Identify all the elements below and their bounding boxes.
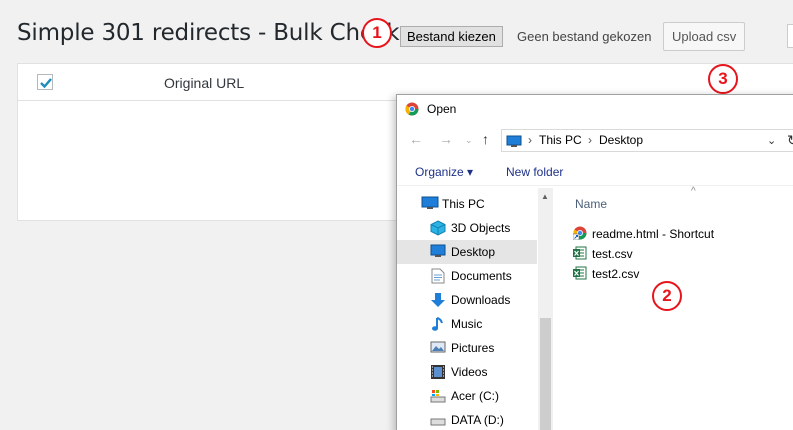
dialog-titlebar[interactable]: Open bbox=[397, 95, 793, 123]
breadcrumb-separator: › bbox=[528, 133, 532, 147]
nav-item-label: Downloads bbox=[451, 293, 511, 307]
recent-locations-chevron-icon[interactable]: ⌄ bbox=[465, 135, 473, 146]
nav-item-pictures[interactable]: Pictures bbox=[397, 336, 537, 360]
nav-item-desktop[interactable]: Desktop bbox=[397, 240, 537, 264]
check-icon bbox=[40, 78, 52, 89]
nav-item-videos[interactable]: Videos bbox=[397, 360, 537, 384]
select-all-checkbox[interactable] bbox=[37, 74, 53, 90]
videos-icon bbox=[431, 365, 445, 379]
back-arrow-icon[interactable]: ← bbox=[409, 131, 423, 147]
chrome-shortcut-icon bbox=[573, 226, 587, 240]
breadcrumb-desktop[interactable]: Desktop bbox=[599, 133, 643, 147]
cube-icon bbox=[430, 220, 446, 236]
annotation-badge-2: 2 bbox=[652, 281, 682, 311]
command-bar: Organize ▾ New folder bbox=[397, 156, 793, 186]
navigation-bar: ← → ⌄ ↑ › This PC › Desktop ⌄ ↻ bbox=[397, 123, 793, 156]
breadcrumb-separator: › bbox=[588, 133, 592, 147]
drive-icon bbox=[430, 390, 446, 403]
file-name: test2.csv bbox=[592, 267, 640, 281]
sort-ascending-icon: ^ bbox=[691, 186, 696, 197]
nav-item-label: DATA (D:) bbox=[451, 413, 504, 427]
up-arrow-icon[interactable]: ↑ bbox=[482, 131, 489, 147]
new-folder-button[interactable]: New folder bbox=[506, 165, 563, 179]
address-dropdown-chevron-icon[interactable]: ⌄ bbox=[767, 134, 776, 147]
download-icon bbox=[431, 293, 445, 307]
document-icon bbox=[431, 268, 445, 284]
nav-item-this-pc[interactable]: This PC bbox=[397, 192, 537, 216]
scrollbar-thumb[interactable] bbox=[540, 318, 551, 430]
file-name: readme.html - Shortcut bbox=[592, 227, 715, 241]
breadcrumb-this-pc[interactable]: This PC bbox=[539, 133, 582, 147]
music-icon bbox=[432, 317, 443, 331]
nav-item-documents[interactable]: Documents bbox=[397, 264, 537, 288]
excel-csv-icon bbox=[573, 246, 587, 260]
page-title: Simple 301 redirects - Bulk Check. bbox=[17, 20, 407, 46]
excel-csv-icon bbox=[573, 266, 587, 280]
address-bar[interactable]: › This PC › Desktop ⌄ ↻ bbox=[501, 129, 793, 152]
upload-csv-button[interactable]: Upload csv bbox=[663, 22, 746, 51]
choose-file-button[interactable]: Bestand kiezen bbox=[400, 26, 503, 47]
pictures-icon bbox=[430, 341, 446, 353]
file-status-text: Geen bestand gekozen bbox=[517, 29, 652, 44]
file-name: test.csv bbox=[592, 247, 633, 261]
desktop-icon bbox=[430, 244, 446, 257]
chrome-icon bbox=[405, 102, 419, 116]
nav-item-acer-c[interactable]: Acer (C:) bbox=[397, 384, 537, 408]
drive-icon bbox=[430, 418, 446, 426]
nav-item-label: Acer (C:) bbox=[451, 389, 499, 403]
pc-icon bbox=[421, 196, 439, 209]
open-file-dialog: Open ← → ⌄ ↑ › This PC › Desktop ⌄ ↻ Org… bbox=[396, 94, 793, 430]
annotation-badge-3: 3 bbox=[708, 64, 738, 94]
refresh-icon[interactable]: ↻ bbox=[787, 132, 793, 149]
pc-icon bbox=[506, 135, 522, 147]
column-header-original-url[interactable]: Original URL bbox=[164, 75, 244, 91]
annotation-badge-1: 1 bbox=[362, 18, 392, 48]
nav-item-downloads[interactable]: Downloads bbox=[397, 288, 537, 312]
nav-item-label: Pictures bbox=[451, 341, 495, 355]
scroll-up-arrow-icon[interactable]: ▲ bbox=[541, 192, 549, 201]
nav-item-label: Desktop bbox=[451, 245, 496, 259]
nav-item-label: 3D Objects bbox=[451, 221, 511, 235]
nav-item-label: Videos bbox=[451, 365, 488, 379]
dialog-title: Open bbox=[427, 102, 457, 116]
nav-item-label: This PC bbox=[442, 197, 485, 211]
forward-arrow-icon[interactable]: → bbox=[439, 131, 453, 147]
column-header-name[interactable]: Name bbox=[575, 197, 607, 211]
organize-menu[interactable]: Organize ▾ bbox=[415, 165, 473, 179]
navigation-pane: This PC 3D Objects Desktop Documents Dow… bbox=[397, 188, 550, 430]
nav-item-music[interactable]: Music bbox=[397, 312, 537, 336]
nav-item-label: Documents bbox=[451, 269, 512, 283]
navigation-scrollbar[interactable]: ▲ bbox=[538, 188, 553, 430]
nav-item-data-d[interactable]: DATA (D:) bbox=[397, 408, 537, 430]
nav-item-3d-objects[interactable]: 3D Objects bbox=[397, 216, 537, 240]
partial-button[interactable] bbox=[787, 24, 793, 48]
nav-item-label: Music bbox=[451, 317, 483, 331]
